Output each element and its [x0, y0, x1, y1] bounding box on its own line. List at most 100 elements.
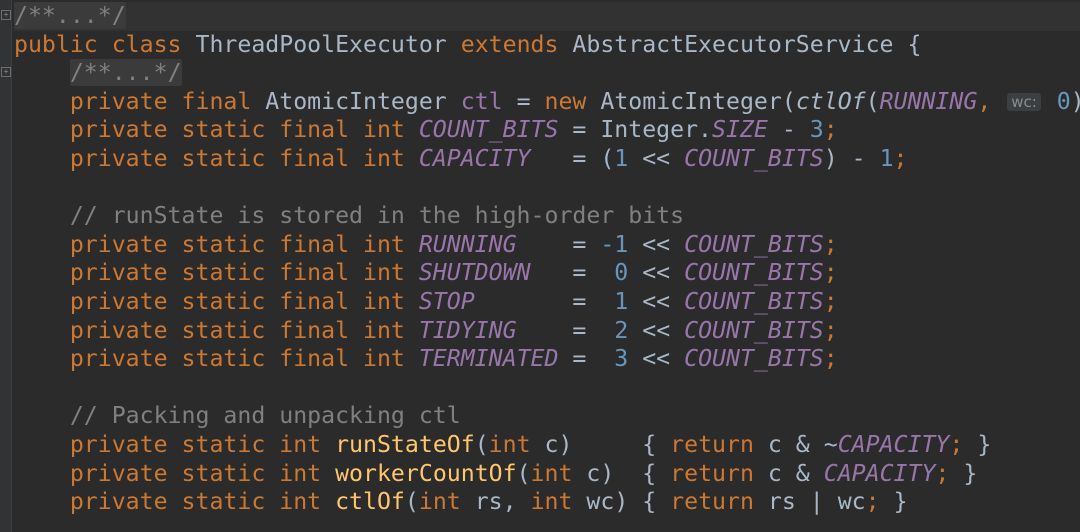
code-line[interactable]: private static int ctlOf(int rs, int wc)…	[14, 488, 1080, 517]
code-token: workerCountOf	[335, 459, 517, 487]
code-token: ctlOf	[795, 87, 866, 115]
code-token: COUNT_BITS	[684, 230, 824, 258]
code-token: c &	[767, 459, 824, 487]
code-line[interactable]: private static final int RUNNING = -1 <<…	[14, 231, 1080, 260]
code-token: <<	[628, 230, 685, 258]
code-token: ;	[823, 259, 838, 287]
code-token: CAPACITY	[837, 430, 950, 458]
code-line[interactable]: // runState is stored in the high-order …	[14, 202, 1080, 231]
editor-gutter: + +	[0, 0, 12, 532]
code-token: =	[502, 87, 545, 115]
code-token: COUNT_BITS	[684, 316, 824, 344]
code-token: ctl	[460, 87, 503, 115]
code-token: extends	[460, 30, 573, 58]
code-token: private static final int	[14, 116, 419, 144]
code-line[interactable]	[14, 374, 1080, 403]
code-token: ;	[823, 345, 838, 373]
code-token: (	[404, 488, 419, 516]
code-token: ;	[865, 488, 894, 516]
code-line[interactable]: private static final int TIDYING = 2 << …	[14, 317, 1080, 346]
code-token: =	[530, 259, 615, 287]
fold-expand-icon[interactable]: +	[1, 67, 11, 77]
code-token: rs | wc	[767, 488, 866, 516]
code-line[interactable]: private static final int CAPACITY = (1 <…	[14, 145, 1080, 174]
code-token: private final	[14, 87, 266, 115]
code-token: = (	[530, 144, 615, 172]
code-token: SHUTDOWN	[418, 259, 531, 287]
parameter-hint: wc:	[1007, 92, 1041, 111]
code-token: ThreadPoolExecutor	[195, 30, 461, 58]
code-token: COUNT_BITS	[684, 144, 824, 172]
code-line[interactable]: private static int runStateOf(int c) { r…	[14, 431, 1080, 460]
code-token: CAPACITY	[418, 144, 531, 172]
code-token: AtomicInteger	[265, 87, 461, 115]
code-line[interactable]: private final AtomicInteger ctl = new At…	[14, 88, 1080, 117]
folded-comment[interactable]: /**...*/	[14, 2, 126, 29]
code-token: }	[963, 459, 978, 487]
code-token: <<	[628, 316, 685, 344]
code-token: <<	[628, 345, 685, 373]
code-line[interactable]	[14, 174, 1080, 203]
code-token: int	[418, 488, 475, 516]
code-token: ;	[823, 316, 838, 344]
code-line[interactable]: private static int workerCountOf(int c) …	[14, 460, 1080, 489]
code-token: COUNT_BITS	[684, 259, 824, 287]
code-line[interactable]: private static final int COUNT_BITS = In…	[14, 116, 1080, 145]
code-token: private static int	[14, 430, 336, 458]
code-line[interactable]: /**...*/	[14, 59, 1080, 88]
code-token: private static final int	[14, 287, 419, 315]
code-token: AbstractExecutorService {	[572, 30, 922, 58]
code-token: new	[544, 87, 601, 115]
code-token: (	[474, 430, 489, 458]
code-line[interactable]: private static final int STOP = 1 << COU…	[14, 288, 1080, 317]
code-token: =	[516, 316, 615, 344]
code-token: COUNT_BITS	[684, 345, 824, 373]
code-token: runStateOf	[335, 430, 475, 458]
code-line[interactable]: private static final int SHUTDOWN = 0 <<…	[14, 259, 1080, 288]
code-token: ;	[823, 230, 838, 258]
code-token: <<	[628, 144, 685, 172]
code-token: // Packing and unpacking ctl	[14, 402, 461, 430]
code-token: private static int	[14, 488, 336, 516]
code-token: -1	[600, 230, 629, 258]
code-token: rs,	[474, 488, 531, 516]
code-token: RUNNING	[879, 87, 978, 115]
code-token: ;	[893, 144, 908, 172]
code-token: <<	[628, 259, 685, 287]
folded-comment[interactable]: /**...*/	[69, 59, 182, 87]
code-token: 1	[879, 144, 894, 172]
code-token: STOP	[418, 287, 475, 315]
code-token: private static final int	[14, 230, 419, 258]
code-token: }	[893, 488, 908, 516]
code-token: 1	[614, 144, 629, 172]
code-line[interactable]: /**...*/	[14, 2, 1080, 31]
code-token: return	[670, 430, 768, 458]
code-token: RUNNING	[418, 230, 517, 258]
code-line[interactable]: // Packing and unpacking ctl	[14, 402, 1080, 431]
code-editor[interactable]: /**...*/public class ThreadPoolExecutor …	[14, 2, 1080, 517]
code-token: c) {	[586, 459, 671, 487]
code-token: COUNT_BITS	[684, 287, 824, 315]
code-token: (	[865, 87, 880, 115]
code-token: wc) {	[586, 488, 671, 516]
code-token: 3	[614, 345, 629, 373]
code-token: public class	[14, 30, 196, 58]
code-token: 1	[614, 287, 629, 315]
code-token: // runState is stored in the high-order …	[14, 202, 685, 230]
code-token: COUNT_BITS	[418, 116, 559, 144]
code-token: ) -	[823, 144, 880, 172]
code-token: =	[474, 287, 615, 315]
fold-expand-icon[interactable]: +	[1, 10, 11, 20]
code-line[interactable]: private static final int TERMINATED = 3 …	[14, 345, 1080, 374]
code-token: =	[516, 230, 601, 258]
code-line[interactable]: public class ThreadPoolExecutor extends …	[14, 31, 1080, 60]
code-token: 0	[1042, 87, 1071, 115]
code-token: SIZE	[712, 116, 768, 144]
code-token: return	[670, 459, 768, 487]
code-token: =	[558, 345, 615, 373]
code-token: <<	[628, 287, 685, 315]
code-token: = Integer.	[558, 116, 713, 144]
code-token: (	[516, 459, 531, 487]
